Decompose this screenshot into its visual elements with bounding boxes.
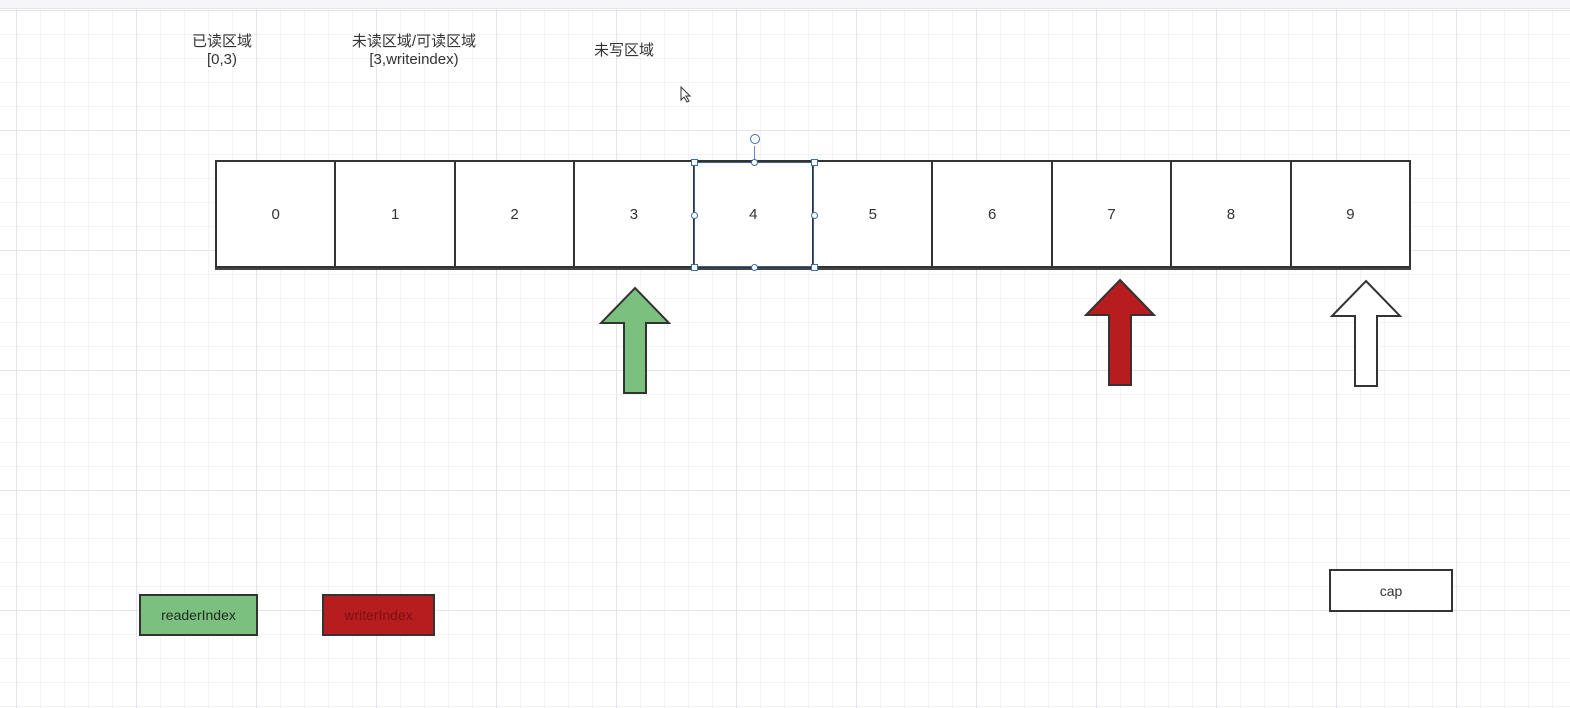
- resize-handle-top-left[interactable]: [691, 159, 698, 166]
- reader-pointer-up-arrow-icon[interactable]: [598, 286, 672, 396]
- array-cell-3[interactable]: 3: [575, 162, 695, 266]
- resize-handle-left[interactable]: [691, 212, 698, 219]
- writer-index-legend[interactable]: writerIndex: [322, 594, 435, 636]
- resize-handle-bottom[interactable]: [751, 264, 758, 271]
- unwritten-region-label[interactable]: 未写区域: [564, 42, 684, 60]
- top-toolbar-edge: [0, 0, 1570, 9]
- array-cell-1[interactable]: 1: [336, 162, 456, 266]
- rotate-handle[interactable]: [750, 134, 760, 144]
- array-cell-5[interactable]: 5: [814, 162, 934, 266]
- read-region-label[interactable]: 已读区域 [0,3): [162, 33, 282, 69]
- resize-handle-right[interactable]: [811, 212, 818, 219]
- array-cell-0[interactable]: 0: [217, 162, 337, 266]
- resize-handle-top[interactable]: [751, 159, 758, 166]
- read-region-title: 已读区域: [191, 33, 252, 50]
- array-cell-8[interactable]: 8: [1172, 162, 1292, 266]
- reader-index-legend[interactable]: readerIndex: [139, 594, 258, 636]
- rotate-handle-stem: [754, 146, 755, 160]
- array-cell-9[interactable]: 9: [1292, 162, 1409, 266]
- unread-region-range: [3,writeindex): [369, 51, 459, 68]
- array-cell-4[interactable]: 4: [695, 162, 815, 266]
- unread-region-title: 未读区域/可读区域: [351, 33, 477, 50]
- resize-handle-bottom-right[interactable]: [811, 264, 818, 271]
- unwritten-region-title: 未写区域: [593, 42, 654, 59]
- unread-region-label[interactable]: 未读区域/可读区域 [3,writeindex): [324, 33, 504, 69]
- mouse-pointer-icon: [680, 86, 692, 103]
- writer-pointer-up-arrow-icon[interactable]: [1083, 278, 1157, 388]
- array-cell-6[interactable]: 6: [933, 162, 1053, 266]
- cap-pointer-up-arrow-icon[interactable]: [1329, 279, 1403, 389]
- resize-handle-top-right[interactable]: [811, 159, 818, 166]
- resize-handle-bottom-left[interactable]: [691, 264, 698, 271]
- array-cell-7[interactable]: 7: [1053, 162, 1173, 266]
- cap-legend[interactable]: cap: [1329, 569, 1453, 612]
- read-region-range: [0,3): [206, 51, 237, 68]
- array-cell-2[interactable]: 2: [456, 162, 576, 266]
